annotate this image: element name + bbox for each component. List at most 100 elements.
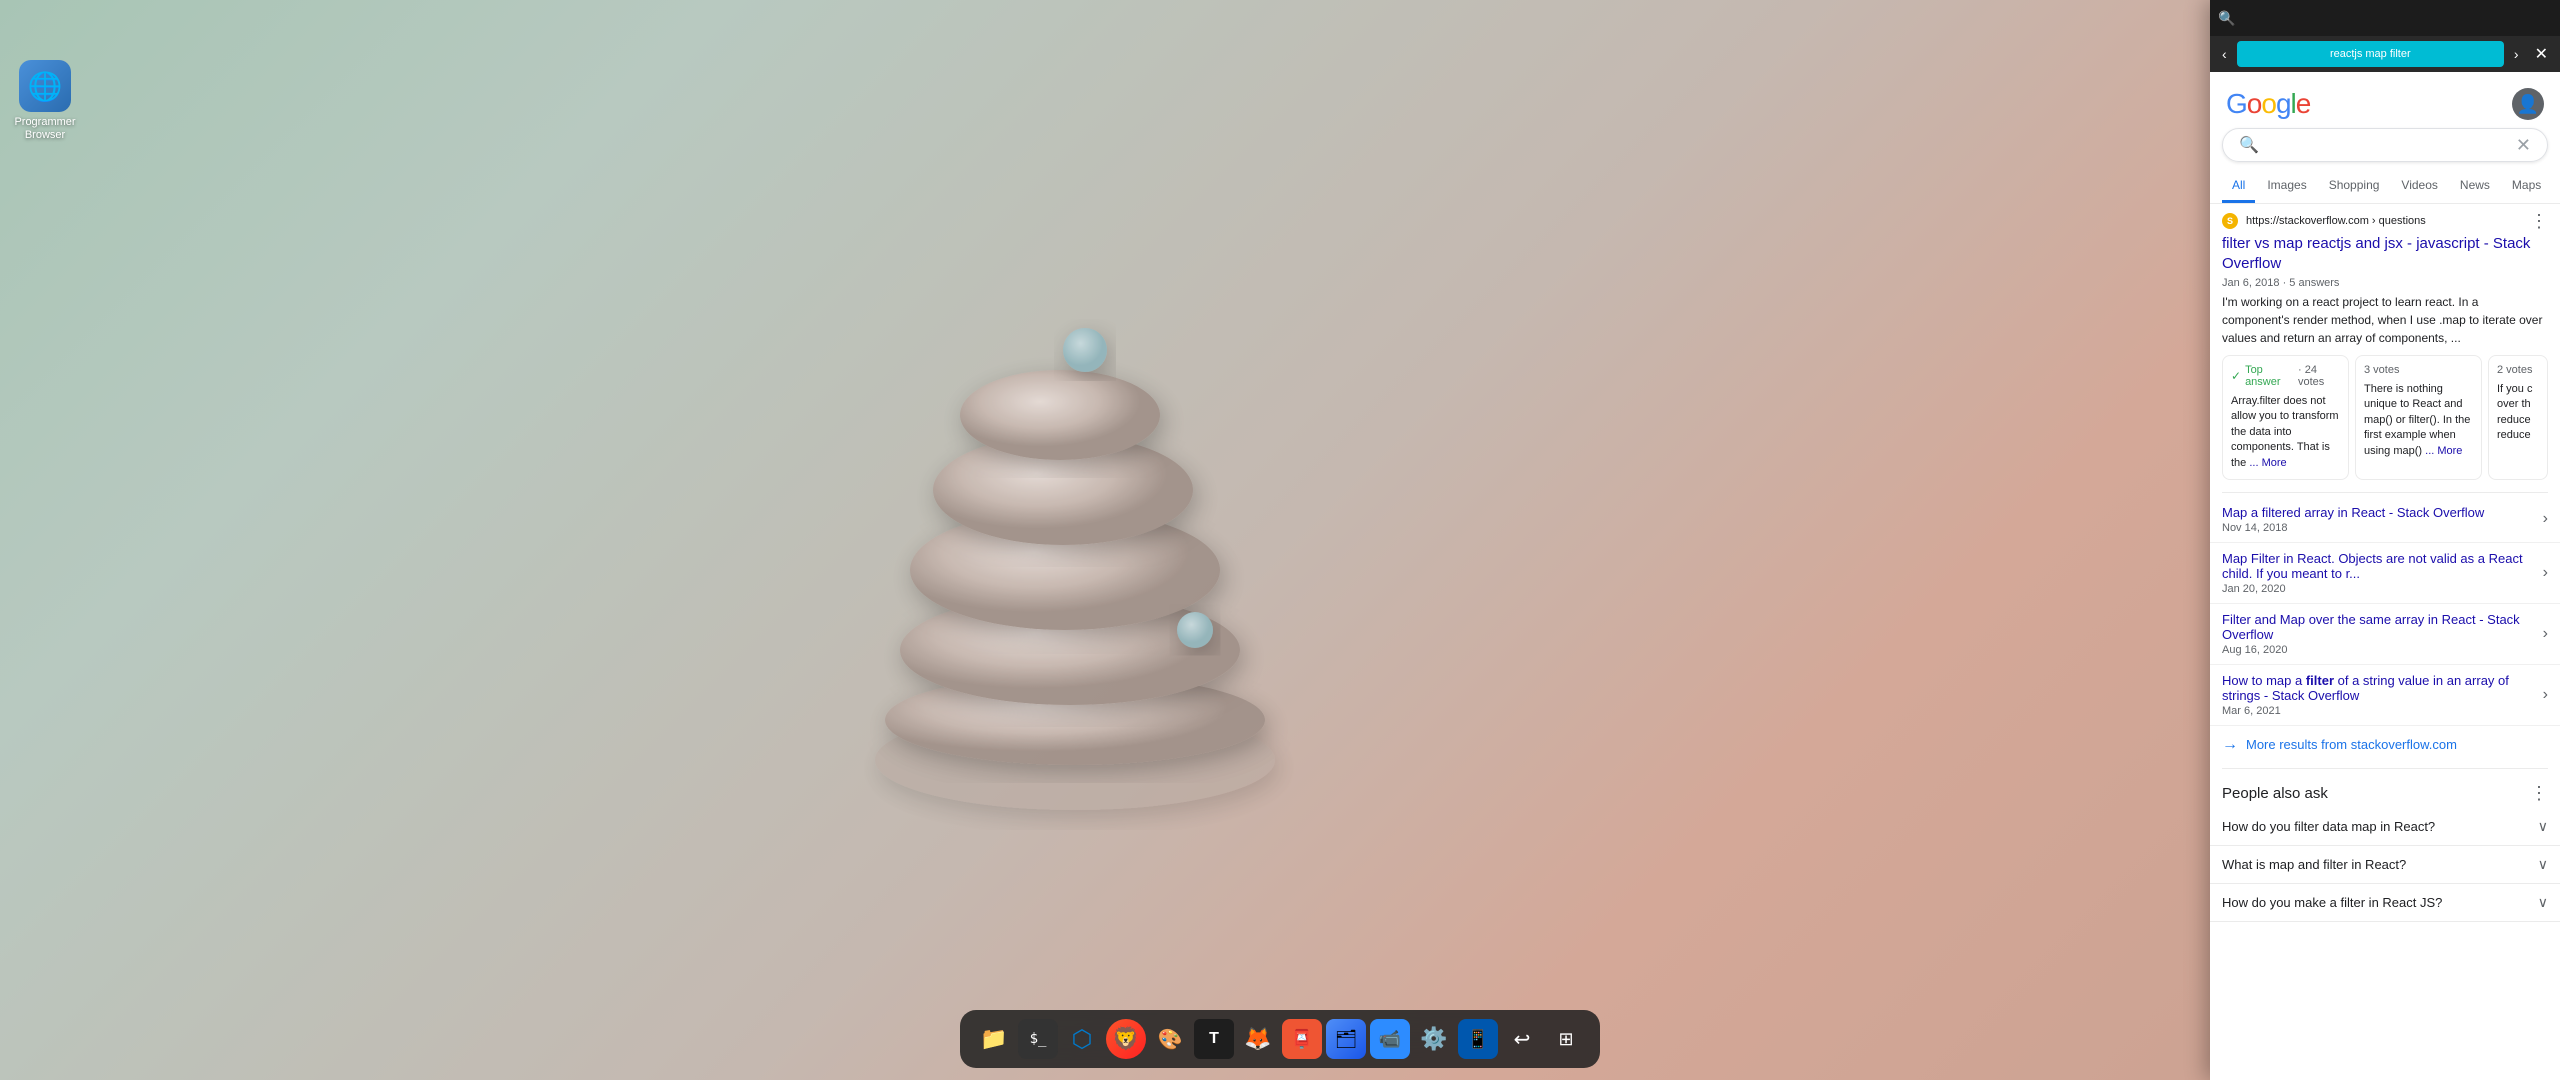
logo-letter-o1: o [2247, 88, 2262, 120]
desktop-icon-programmer-browser[interactable]: 🌐 Programmer Browser [10, 60, 80, 142]
result-snippet: I'm working on a react project to learn … [2222, 293, 2548, 347]
tab-videos[interactable]: Videos [2391, 170, 2447, 203]
answer-2-text: There is nothing unique to React and map… [2364, 382, 2473, 459]
faq-item-3[interactable]: How do you make a filter in React JS? ∨ [2210, 884, 2560, 922]
klokki-icon[interactable]: 🗂 [1326, 1019, 1366, 1059]
answer-box-2: 3 votes There is nothing unique to React… [2355, 355, 2482, 480]
topbar-search-input[interactable]: reactjs map filter [2241, 11, 2552, 26]
logo-letter-g: G [2226, 88, 2247, 120]
typora-icon[interactable]: T [1194, 1019, 1234, 1059]
more-results-text: More results from stackoverflow.com [2246, 737, 2457, 752]
faq-question-3: How do you make a filter in React JS? [2222, 895, 2538, 910]
faq-item-1[interactable]: How do you filter data map in React? ∨ [2210, 808, 2560, 846]
tab-news[interactable]: News [2450, 170, 2500, 203]
faq-item-2[interactable]: What is map and filter in React? ∨ [2210, 846, 2560, 884]
brave-icon[interactable]: 🦁 [1106, 1019, 1146, 1059]
related-results: Map a filtered array in React - Stack Ov… [2210, 497, 2560, 726]
google-header: G o o g l e 👤 [2210, 72, 2560, 128]
result-date: Jan 6, 2018 [2222, 277, 2280, 289]
answer-box-3-header: 2 votes [2497, 364, 2539, 376]
top-answer-badge: Top answer [2245, 364, 2294, 388]
answer-box-3: 2 votes If you c over th reduce reduce [2488, 355, 2548, 480]
answer-box-2-header: 3 votes [2364, 364, 2473, 376]
related-result-2-content: Map Filter in React. Objects are not val… [2222, 551, 2543, 595]
zoom-icon[interactable]: 📹 [1370, 1019, 1410, 1059]
tab-label: reactjs map filter [2330, 48, 2411, 60]
tab-bar: ‹ reactjs map filter › ✕ [2210, 36, 2560, 72]
stackoverflow-favicon: S [2222, 213, 2238, 229]
firefox-icon[interactable]: 🦊 [1238, 1019, 1278, 1059]
tab-item[interactable]: reactjs map filter [2237, 41, 2504, 67]
more-results-arrow-icon: → [2222, 736, 2238, 754]
faq-chevron-1: ∨ [2538, 818, 2548, 835]
files-icon[interactable]: 📁 [974, 1019, 1014, 1059]
more-results-link[interactable]: → More results from stackoverflow.com [2210, 726, 2560, 764]
undo-icon[interactable]: ↩ [1502, 1019, 1542, 1059]
divider-1 [2222, 492, 2548, 493]
top-answer-votes: · 24 votes [2298, 364, 2340, 388]
answer-2-more[interactable]: ... More [2425, 445, 2462, 457]
people-also-ask-header: People also ask ⋮ [2210, 773, 2560, 808]
result-title-link[interactable]: filter vs map reactjs and jsx - javascri… [2222, 234, 2548, 273]
google-search-input[interactable]: reactjs map filter [2267, 137, 2508, 153]
answer-boxes: ✓ Top answer · 24 votes Array.filter doe… [2222, 355, 2548, 480]
related-result-2-title: Map Filter in React. Objects are not val… [2222, 551, 2543, 581]
tab-back-button[interactable]: ‹ [2216, 42, 2233, 66]
related-result-3-date: Aug 16, 2020 [2222, 644, 2543, 656]
tab-images[interactable]: Images [2257, 170, 2316, 203]
tab-forward-button[interactable]: › [2508, 42, 2525, 66]
related-result-3-content: Filter and Map over the same array in Re… [2222, 612, 2543, 656]
result-answer-count: 5 answers [2289, 277, 2339, 289]
postman-icon[interactable]: 📮 [1282, 1019, 1322, 1059]
faq-chevron-2: ∨ [2538, 856, 2548, 873]
kde-icon[interactable]: 📱 [1458, 1019, 1498, 1059]
related-result-3[interactable]: Filter and Map over the same array in Re… [2210, 604, 2560, 665]
programmer-browser-icon: 🌐 [19, 60, 71, 112]
browser-panel: 🔍 reactjs map filter ‹ reactjs map filte… [2210, 0, 2560, 1080]
people-also-ask-title: People also ask [2222, 785, 2328, 802]
people-also-ask-more-button[interactable]: ⋮ [2530, 783, 2548, 804]
google-logo: G o o g l e [2226, 88, 2310, 120]
taskbar: 📁 $_ ⬡ 🦁 🎨 T 🦊 📮 🗂 📹 ⚙️ 📱 ↩ ⊞ [960, 1010, 1600, 1068]
account-icon[interactable]: 👤 [2512, 88, 2544, 120]
tab-all[interactable]: All [2222, 170, 2255, 203]
settings-icon[interactable]: ⚙️ [1414, 1019, 1454, 1059]
answer-3-text: If you c over th reduce reduce [2497, 382, 2539, 444]
chevron-right-icon-3: › [2543, 625, 2548, 643]
tab-maps[interactable]: Maps [2502, 170, 2551, 203]
search-icon: 🔍 [2239, 135, 2259, 155]
related-result-4[interactable]: How to map a filter of a string value in… [2210, 665, 2560, 726]
result-meta: Jan 6, 2018 · 5 answers [2222, 277, 2548, 289]
terminal-icon[interactable]: $_ [1018, 1019, 1058, 1059]
faq-question-2: What is map and filter in React? [2222, 857, 2538, 872]
answer-3-votes: 2 votes [2497, 364, 2532, 376]
related-result-4-content: How to map a filter of a string value in… [2222, 673, 2543, 717]
search-tabs: All Images Shopping Videos News Maps Boo… [2210, 170, 2560, 204]
vscode-icon[interactable]: ⬡ [1062, 1019, 1102, 1059]
related-result-1[interactable]: Map a filtered array in React - Stack Ov… [2210, 497, 2560, 543]
desktop-wallpaper-sculpture [775, 240, 1375, 840]
browser-topbar: 🔍 reactjs map filter [2210, 0, 2560, 36]
result-source: S https://stackoverflow.com › questions … [2222, 212, 2548, 230]
tab-close-button[interactable]: ✕ [2529, 42, 2554, 66]
top-answer-text: Array.filter does not allow you to trans… [2231, 394, 2340, 471]
tab-shopping[interactable]: Shopping [2319, 170, 2390, 203]
related-result-2[interactable]: Map Filter in React. Objects are not val… [2210, 543, 2560, 604]
faq-chevron-3: ∨ [2538, 894, 2548, 911]
related-result-3-title: Filter and Map over the same array in Re… [2222, 612, 2543, 642]
top-answer-box: ✓ Top answer · 24 votes Array.filter doe… [2222, 355, 2349, 480]
result-url: https://stackoverflow.com › questions [2246, 215, 2426, 227]
check-icon: ✓ [2231, 369, 2241, 383]
top-answer-more[interactable]: ... More [2249, 457, 2286, 469]
chevron-right-icon-2: › [2543, 564, 2548, 582]
related-result-2-date: Jan 20, 2020 [2222, 583, 2543, 595]
tab-books[interactable]: Books [2553, 170, 2560, 203]
search-clear-button[interactable]: ✕ [2516, 136, 2531, 154]
related-result-1-title: Map a filtered array in React - Stack Ov… [2222, 505, 2543, 520]
result-more-options-button[interactable]: ⋮ [2530, 212, 2548, 230]
answer-2-votes: 3 votes [2364, 364, 2399, 376]
figma-icon[interactable]: 🎨 [1150, 1019, 1190, 1059]
logo-letter-o2: o [2261, 88, 2276, 120]
apps-grid-icon[interactable]: ⊞ [1546, 1019, 1586, 1059]
chevron-right-icon-1: › [2543, 510, 2548, 528]
